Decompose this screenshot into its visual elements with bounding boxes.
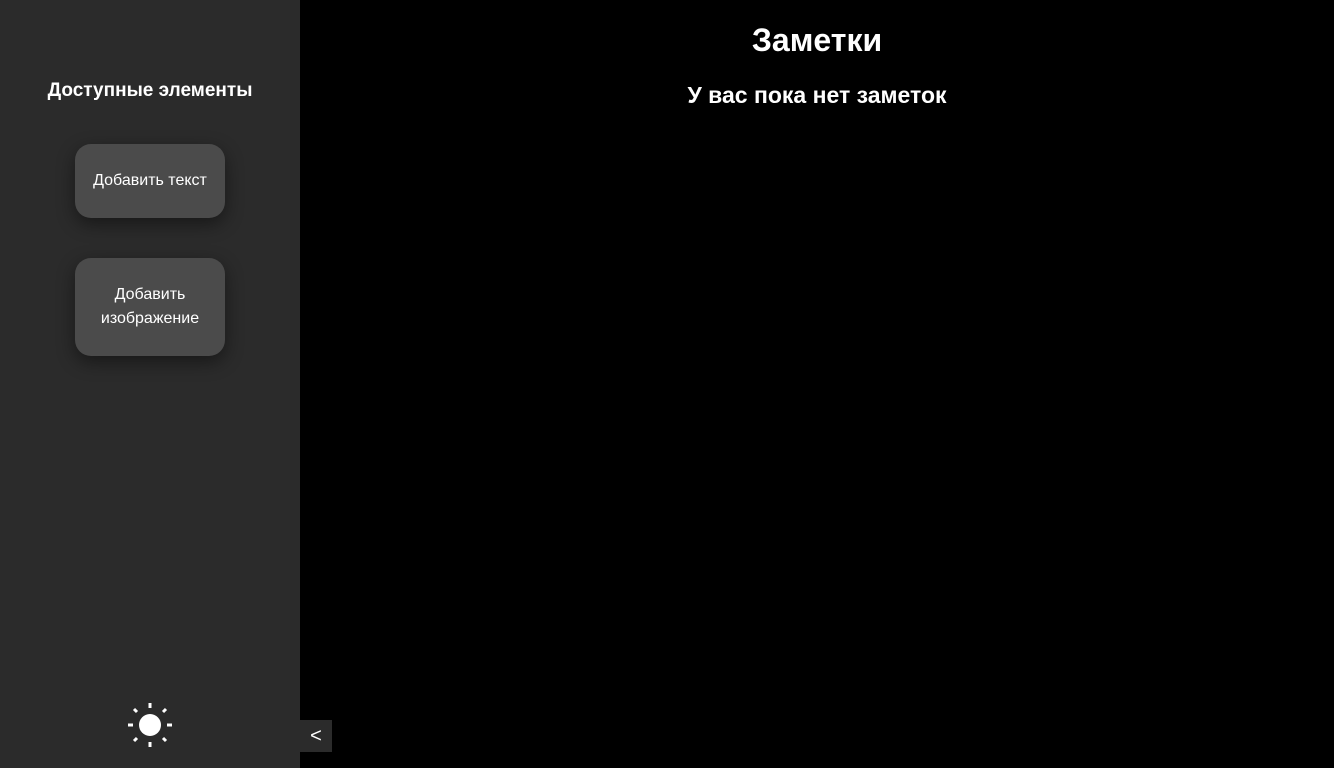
main-content: Заметки У вас пока нет заметок bbox=[300, 0, 1334, 768]
notes-app: Доступные элементы Добавить текст Добави… bbox=[0, 0, 1334, 768]
add-image-button[interactable]: Добавить изображение bbox=[75, 258, 225, 356]
add-text-button[interactable]: Добавить текст bbox=[75, 144, 225, 218]
sidebar: Доступные элементы Добавить текст Добави… bbox=[0, 0, 300, 768]
sidebar-title: Доступные элементы bbox=[47, 80, 253, 101]
sun-icon bbox=[128, 703, 172, 747]
empty-notes-message: У вас пока нет заметок bbox=[687, 82, 947, 108]
theme-toggle-button[interactable] bbox=[128, 703, 172, 747]
page-title: Заметки bbox=[751, 22, 883, 58]
